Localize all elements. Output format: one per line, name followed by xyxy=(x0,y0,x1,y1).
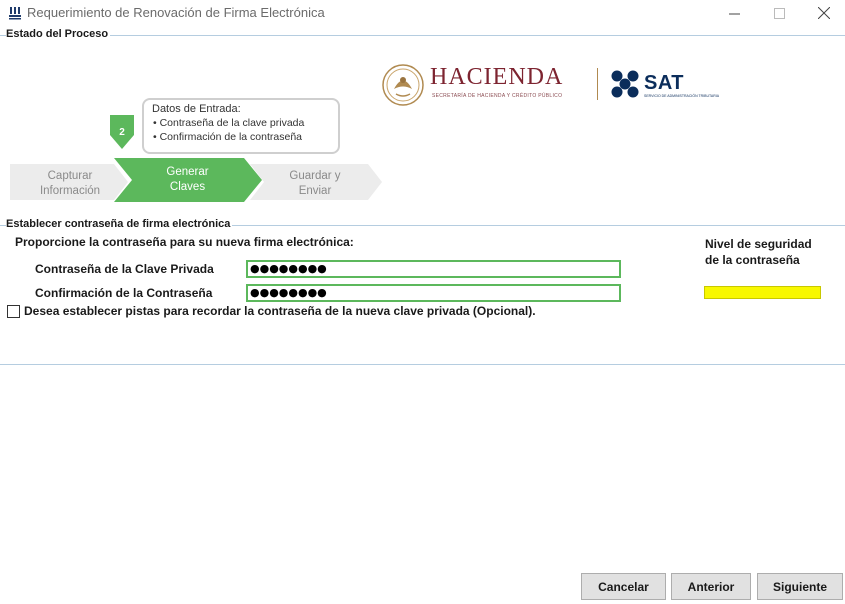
hacienda-subtitle: SECRETARÍA DE HACIENDA Y CRÉDITO PÚBLICO xyxy=(432,93,563,99)
security-label-line: de la contraseña xyxy=(705,253,800,267)
step-label-line: Capturar xyxy=(47,170,93,182)
instruction-text: Proporcione la contraseña para su nueva … xyxy=(15,235,354,249)
process-status-legend: Estado del Proceso xyxy=(6,28,111,40)
confirm-password-field[interactable]: ●●●●●●●● xyxy=(246,284,621,302)
app-icon xyxy=(8,6,22,20)
step-guardar: Guardar y Enviar xyxy=(270,169,360,199)
password-label: Contraseña de la Clave Privada xyxy=(35,262,214,276)
hints-checkbox[interactable] xyxy=(7,305,20,318)
set-password-legend: Establecer contraseña de firma electróni… xyxy=(6,218,233,230)
hacienda-wordmark: HACIENDA xyxy=(430,64,564,90)
hacienda-seal-logo xyxy=(382,64,424,106)
next-button[interactable]: Siguiente xyxy=(757,573,843,600)
sat-logo-icon xyxy=(611,70,639,98)
step-label-line: Guardar y xyxy=(289,170,341,182)
minimize-icon xyxy=(728,13,740,14)
sat-subtitle: SERVICIO DE ADMINISTRACIÓN TRIBUTARIA xyxy=(644,94,720,98)
password-field[interactable]: ●●●●●●●● xyxy=(246,260,621,278)
maximize-icon xyxy=(773,7,785,19)
step-label-line: Claves xyxy=(169,181,206,193)
close-icon xyxy=(818,7,830,19)
sat-wordmark: SAT xyxy=(644,72,685,94)
step-generar: Generar Claves xyxy=(130,165,245,195)
minimize-button[interactable] xyxy=(715,0,753,26)
step-label-line: Enviar xyxy=(298,185,332,197)
confirm-password-label: Confirmación de la Contraseña xyxy=(35,286,213,300)
hints-checkbox-label[interactable]: Desea establecer pistas para recordar la… xyxy=(24,304,536,318)
security-label-line: Nivel de seguridad xyxy=(705,237,812,251)
security-level-indicator xyxy=(704,286,821,299)
step-label-line: Información xyxy=(39,185,101,197)
step-capturar: Capturar Información xyxy=(20,169,120,199)
step-marker-number: 2 xyxy=(119,127,125,138)
window-title: Requerimiento de Renovación de Firma Ele… xyxy=(27,5,325,20)
previous-button[interactable]: Anterior xyxy=(671,573,751,600)
step-label-line: Generar xyxy=(166,166,209,178)
security-level-label: Nivel de seguridad de la contraseña xyxy=(705,236,835,268)
cancel-button[interactable]: Cancelar xyxy=(581,573,666,600)
logo-divider xyxy=(597,68,598,100)
maximize-button[interactable] xyxy=(760,0,798,26)
close-button[interactable] xyxy=(805,0,843,26)
